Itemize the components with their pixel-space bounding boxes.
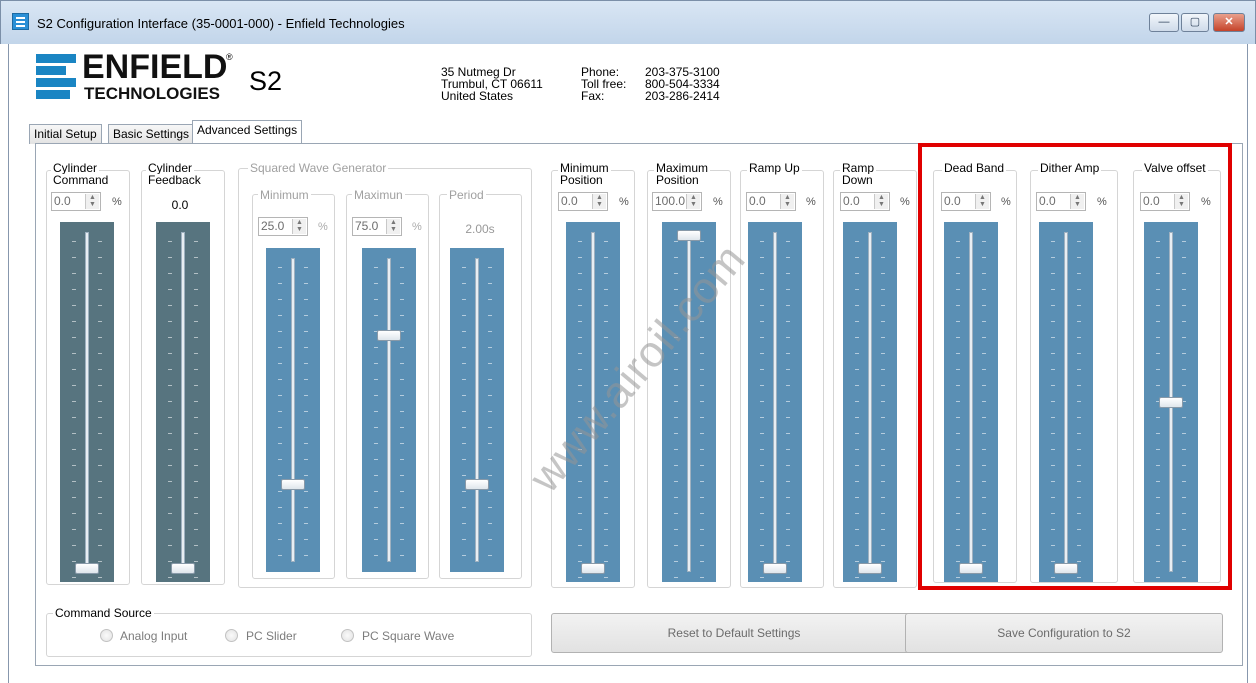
unit-label: % [713,196,723,208]
label-sq-period: Period [447,188,486,202]
logo-stripes-icon [36,52,80,99]
radio-analog-input[interactable] [100,629,113,642]
label-sq-minimum: Minimum [258,188,311,202]
label-minimum-position-2: Position [558,173,605,187]
spinner-arrows-icon[interactable]: ▲ ▼ [592,194,606,209]
slider-thumb [171,563,195,574]
unit-label: % [318,221,328,233]
unit-label: % [619,196,629,208]
label-cylinder-feedback-2: Feedback [146,173,203,187]
fax-label: Fax: [581,89,605,103]
spinner-arrows-icon[interactable]: ▲ ▼ [874,194,888,209]
sq-maximum-slider[interactable] [362,248,416,572]
app-icon[interactable] [12,13,29,30]
slider-thumb[interactable] [465,479,489,490]
model-name: S2 [249,66,283,96]
radio-pc-square-wave[interactable] [341,629,354,642]
sq-minimum-slider[interactable] [266,248,320,572]
logo-subtitle: TECHNOLOGIES [84,84,221,103]
fax-value: 203-286-2414 [645,89,720,103]
label-pc-square-wave: PC Square Wave [362,629,455,643]
minimum-position-value: 0.0 [561,194,578,208]
sq-maximum-value: 75.0 [355,219,379,233]
ramp-up-spinner[interactable]: 0.0 ▲ ▼ [746,192,796,211]
ramp-down-value: 0.0 [843,194,860,208]
unit-label: % [412,221,422,233]
minimize-button[interactable]: — [1149,13,1179,32]
label-cylinder-command-2: Command [51,173,111,187]
slider-thumb[interactable] [763,563,787,574]
unit-label: % [112,196,122,208]
label-ramp-up: Ramp Up [747,161,802,175]
command-source-title: Command Source [53,606,154,620]
tab-advanced-settings[interactable]: Advanced Settings [192,120,303,144]
sq-minimum-value: 25.0 [261,219,285,233]
unit-label: % [806,196,816,208]
slider-thumb[interactable] [677,230,701,241]
sq-period-value: 2.00s [465,222,495,236]
cylinder-command-spinner[interactable]: 0.0 ▲ ▼ [51,192,101,211]
slider-thumb[interactable] [281,479,305,490]
spinner-arrows-icon[interactable]: ▲ ▼ [386,219,400,234]
logo-registered: ® [226,52,233,62]
sq-minimum-spinner[interactable]: 25.0 ▲ ▼ [258,217,308,236]
ramp-down-slider[interactable] [843,222,897,582]
label-maximum-position-2: Position [654,173,701,187]
spinner-arrows-icon[interactable]: ▲ ▼ [780,194,794,209]
label-pc-slider: PC Slider [246,629,297,643]
ramp-up-value: 0.0 [749,194,766,208]
maximize-button[interactable]: ▢ [1181,13,1209,32]
enfield-logo: ENFIELD ® TECHNOLOGIES [36,48,233,107]
label-ramp-down-2: Down [840,173,875,187]
minimum-position-spinner[interactable]: 0.0 ▲ ▼ [558,192,608,211]
spinner-arrows-icon[interactable]: ▲ ▼ [292,219,306,234]
label-analog-input: Analog Input [120,629,188,643]
slider-thumb[interactable] [858,563,882,574]
ramp-up-slider[interactable] [748,222,802,582]
slider-thumb[interactable] [581,563,605,574]
slider-thumb[interactable] [377,330,401,341]
ramp-down-spinner[interactable]: 0.0 ▲ ▼ [840,192,890,211]
window-title: S2 Configuration Interface (35-0001-000)… [37,16,405,31]
address-line-3: United States [441,89,514,103]
tab-initial-setup[interactable]: Initial Setup [29,124,102,144]
logo-word: ENFIELD [82,48,228,86]
save-configuration-button[interactable]: Save Configuration to S2 [905,613,1223,653]
spinner-arrows-icon[interactable]: ▲ ▼ [686,194,700,209]
tab-basic-settings[interactable]: Basic Settings [108,124,195,144]
close-button[interactable]: ✕ [1213,13,1245,32]
sq-period-slider[interactable] [450,248,504,572]
cylinder-feedback-slider [156,222,210,582]
label-sq-maximum: Maximun [352,188,405,202]
slider-thumb[interactable] [75,563,99,574]
sq-maximum-spinner[interactable]: 75.0 ▲ ▼ [352,217,402,236]
radio-pc-slider[interactable] [225,629,238,642]
squared-wave-title: Squared Wave Generator [248,161,389,175]
maximum-position-spinner[interactable]: 100.0 ▲ ▼ [652,192,702,211]
unit-label: % [900,196,910,208]
reset-defaults-button[interactable]: Reset to Default Settings [551,613,917,653]
spinner-arrows-icon[interactable]: ▲ ▼ [85,194,99,209]
highlight-box [918,143,1232,590]
window-title-bar[interactable]: S2 Configuration Interface (35-0001-000)… [0,0,1256,44]
cylinder-feedback-value: 0.0 [171,198,189,212]
cylinder-command-value: 0.0 [54,194,71,208]
cylinder-command-slider[interactable] [60,222,114,582]
maximum-position-value: 100.0 [655,194,686,208]
